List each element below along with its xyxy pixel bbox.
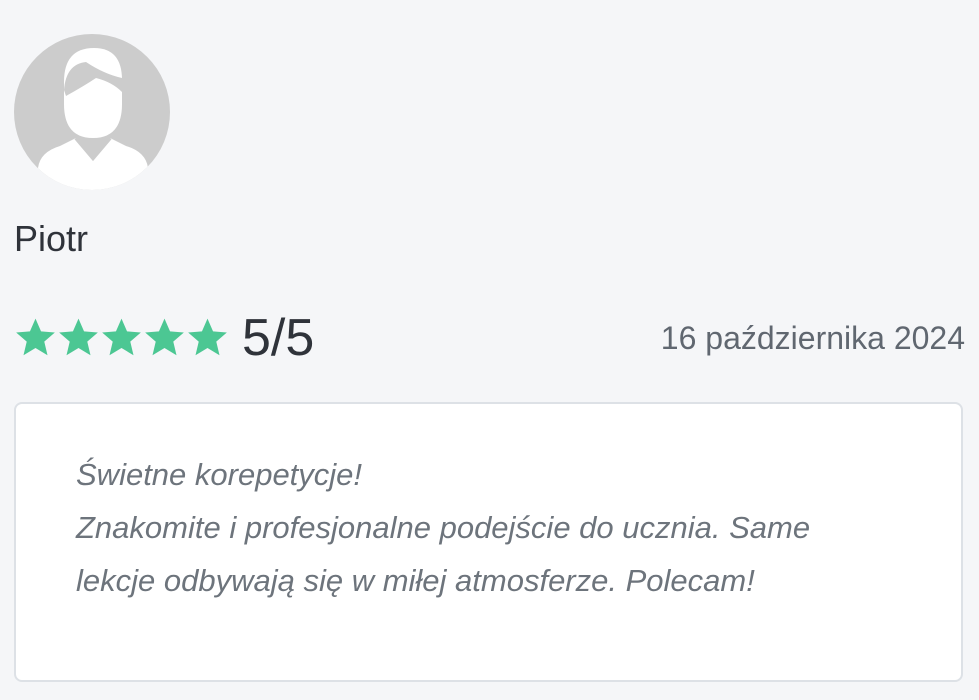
review-date: 16 października 2024 [660, 320, 965, 356]
review-text-line: lekcje odbywają się w miłej atmosferze. … [76, 563, 755, 598]
reviewer-name: Piotr [14, 218, 89, 259]
star-icon [16, 318, 55, 356]
review-text-line: Znakomite i profesjonalne podejście do u… [76, 510, 811, 545]
review-text-line: Świetne korepetycje! [76, 457, 363, 492]
star-rating [14, 316, 229, 360]
review-text: Świetne korepetycje! Znakomite i profesjo… [76, 448, 916, 607]
avatar [14, 34, 170, 190]
star-icon [102, 318, 141, 356]
user-silhouette-icon [38, 48, 148, 190]
star-icon [188, 318, 227, 356]
review-card: Świetne korepetycje! Znakomite i profesjo… [14, 402, 963, 682]
star-icon [59, 318, 98, 356]
star-icon [145, 318, 184, 356]
rating-score: 5/5 [242, 309, 315, 367]
rating-row: 5/5 16 października 2024 [14, 308, 965, 368]
